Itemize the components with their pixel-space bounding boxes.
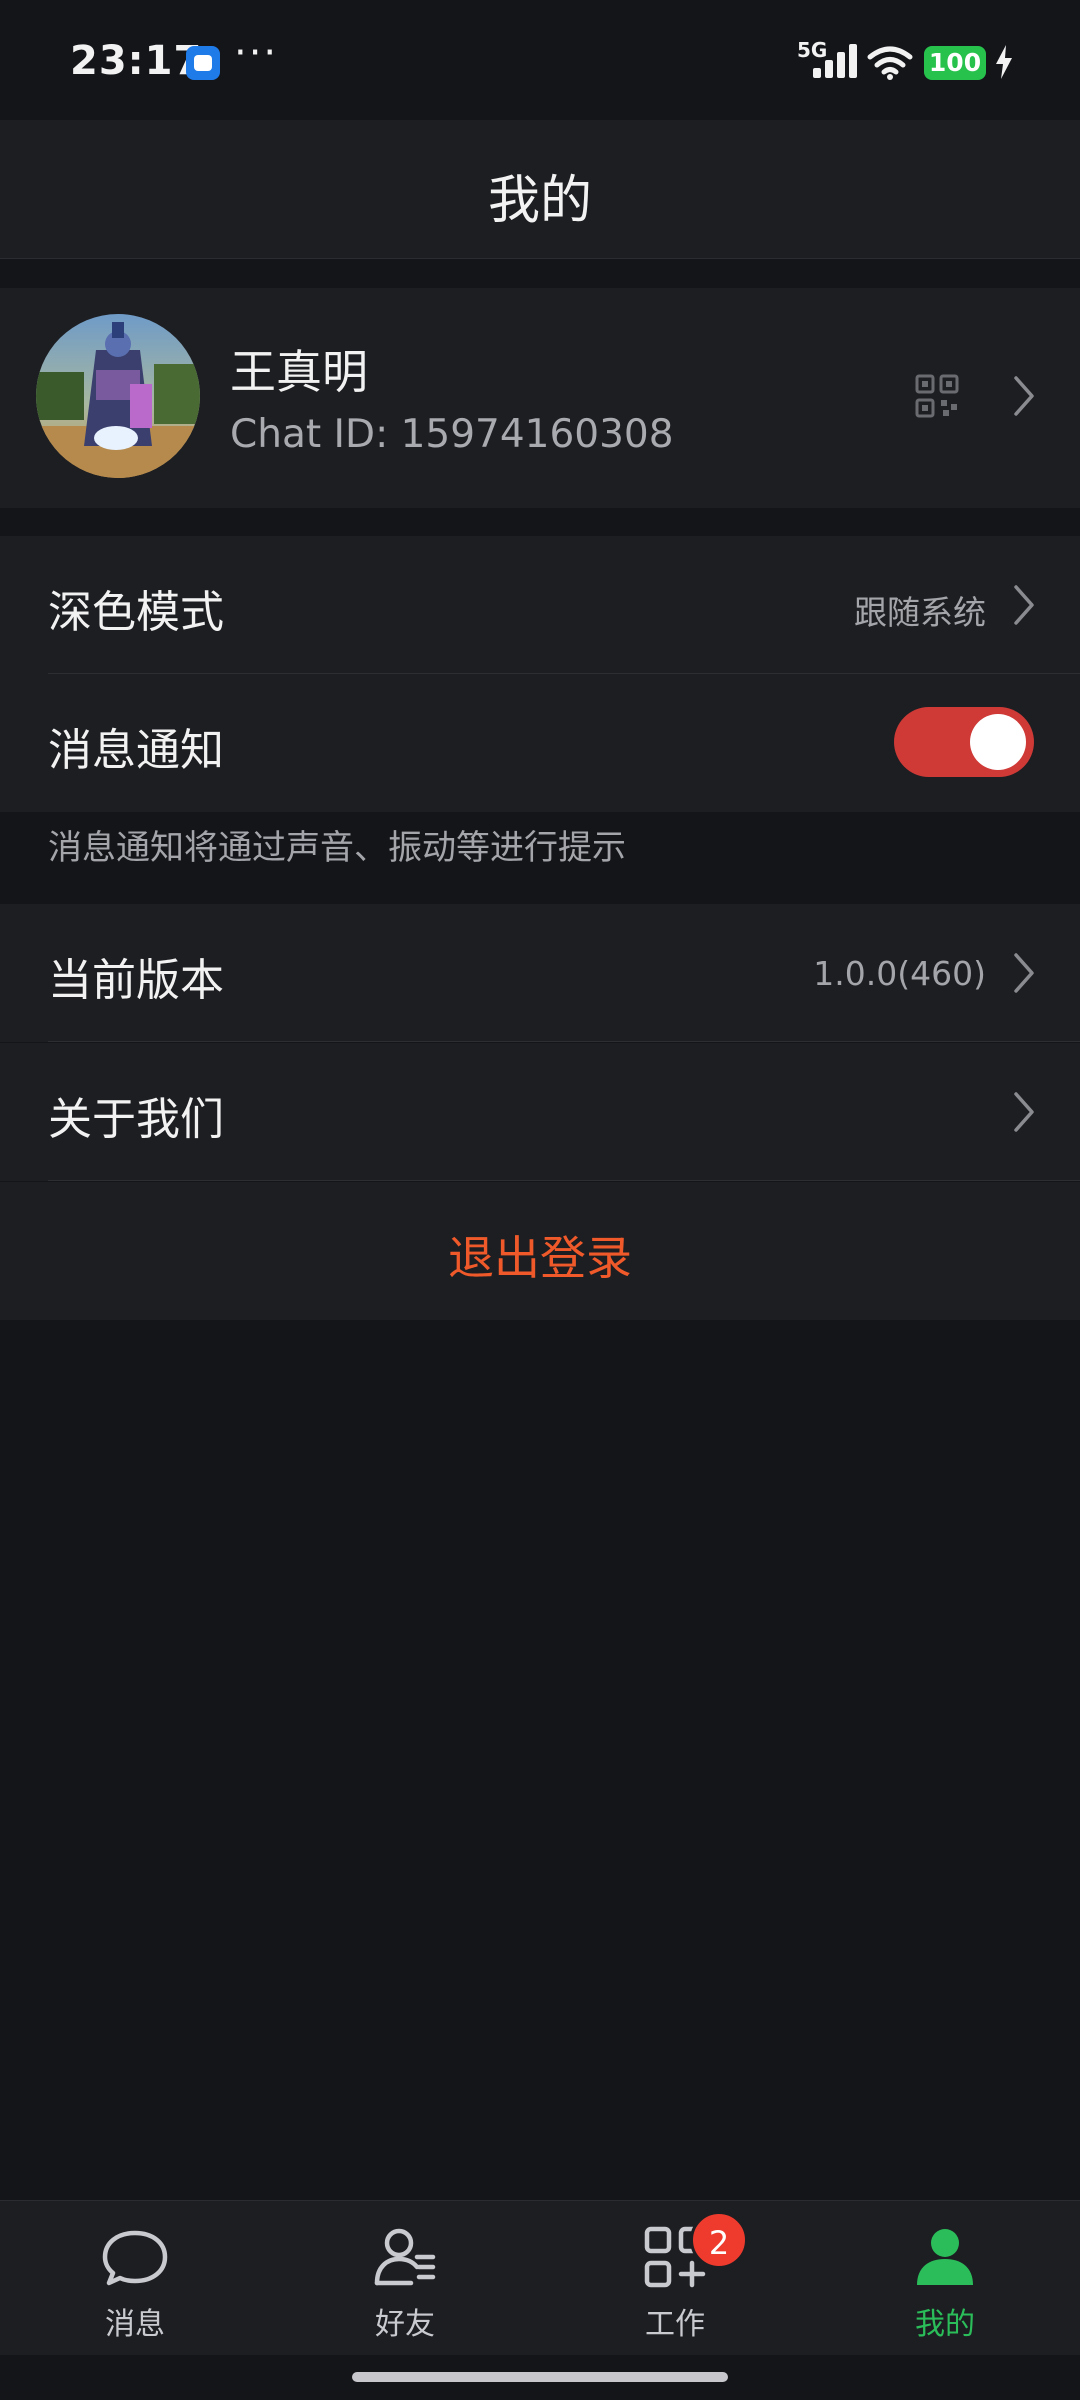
nav-label-messages: 消息 <box>105 2307 165 2342</box>
home-indicator[interactable] <box>352 2372 728 2382</box>
contacts-icon <box>374 2228 436 2286</box>
signal-icon <box>813 44 861 78</box>
dark-mode-label: 深色模式 <box>48 587 224 638</box>
profile-chat-id: Chat ID: 15974160308 <box>230 412 674 457</box>
notifications-row: 消息通知 <box>0 674 1080 812</box>
profile-card[interactable]: 王真明 Chat ID: 15974160308 <box>0 288 1080 508</box>
nav-label-me: 我的 <box>915 2307 975 2342</box>
page-header: 我的 <box>0 120 1080 259</box>
work-badge: 2 <box>690 2211 748 2269</box>
chevron-right-icon <box>1014 953 1034 993</box>
divider <box>48 1180 1080 1181</box>
dark-mode-row[interactable]: 深色模式 跟随系统 <box>0 536 1080 674</box>
notifications-label: 消息通知 <box>48 725 224 776</box>
status-time: 23:17 <box>70 38 203 84</box>
chevron-right-icon <box>1014 585 1034 625</box>
battery-indicator: 100 <box>924 46 986 80</box>
nav-work[interactable]: 工作 <box>540 2201 810 2355</box>
wifi-icon <box>867 46 913 80</box>
logout-button[interactable]: 退出登录 <box>0 1182 1080 1320</box>
nav-me[interactable]: 我的 <box>810 2201 1080 2355</box>
nav-friends[interactable]: 好友 <box>270 2201 540 2355</box>
chat-bubble-icon <box>102 2230 168 2286</box>
logout-label: 退出登录 <box>448 1231 632 1285</box>
status-bar: 23:17 ··· 5G 100 <box>0 0 1080 120</box>
page-title: 我的 <box>487 171 592 231</box>
more-notifications-indicator: ··· <box>234 30 279 76</box>
divider <box>48 1041 1080 1042</box>
chevron-right-icon <box>1014 376 1034 416</box>
notifications-hint: 消息通知将通过声音、振动等进行提示 <box>48 828 626 868</box>
avatar[interactable] <box>36 314 200 478</box>
bottom-nav: 消息 好友 工作 我的 <box>0 2200 1080 2355</box>
notifications-toggle[interactable] <box>894 707 1034 777</box>
about-row[interactable]: 关于我们 <box>0 1043 1080 1181</box>
nav-label-friends: 好友 <box>375 2307 435 2342</box>
profile-name: 王真明 <box>230 345 368 399</box>
app-notification-icon <box>186 46 220 80</box>
qr-code-icon[interactable] <box>915 374 959 418</box>
about-label: 关于我们 <box>48 1094 224 1145</box>
version-value: 1.0.0(460) <box>813 954 986 993</box>
version-row[interactable]: 当前版本 1.0.0(460) <box>0 904 1080 1042</box>
nav-label-work: 工作 <box>645 2307 705 2342</box>
person-icon <box>917 2229 973 2285</box>
version-label: 当前版本 <box>48 955 224 1006</box>
nav-messages[interactable]: 消息 <box>0 2201 270 2355</box>
dark-mode-value: 跟随系统 <box>854 593 986 632</box>
charging-icon <box>996 45 1012 79</box>
chevron-right-icon <box>1014 1092 1034 1132</box>
toggle-knob <box>970 714 1026 770</box>
